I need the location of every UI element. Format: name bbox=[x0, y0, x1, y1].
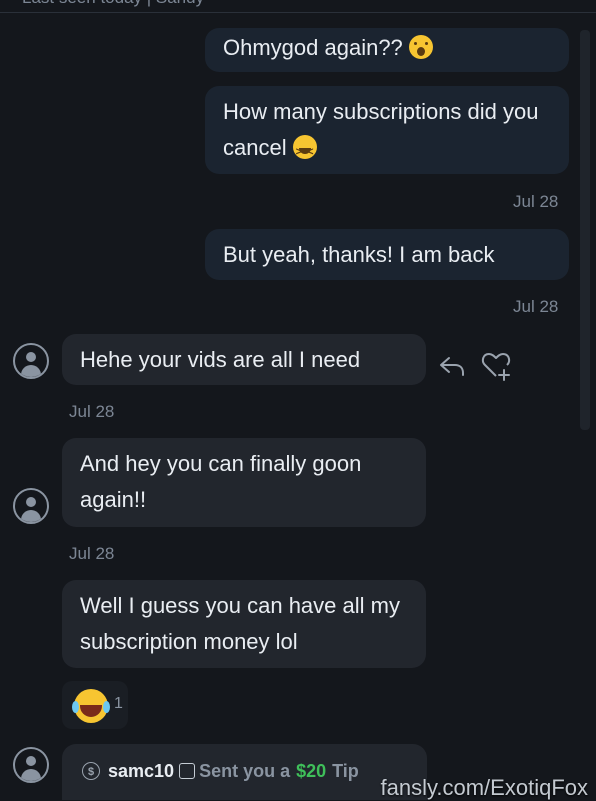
message-bubble-incoming[interactable]: And hey you can finally goon again!! bbox=[62, 438, 426, 527]
tip-label: Tip bbox=[332, 760, 359, 781]
message-bubble-incoming[interactable]: Hehe your vids are all I need bbox=[62, 334, 426, 385]
message-text-line: cancel bbox=[223, 135, 287, 160]
message-date: Jul 28 bbox=[513, 297, 559, 316]
note-icon bbox=[179, 763, 196, 779]
dollar-coin-icon: $ bbox=[82, 762, 100, 780]
message-text-line: Well I guess you can have all my bbox=[80, 593, 400, 618]
watermark: fansly.com/ExotiqFox bbox=[380, 775, 588, 800]
tip-notification[interactable]: $ samc10 Sent you a $20 Tip bbox=[62, 744, 427, 800]
message-date: Jul 28 bbox=[69, 544, 115, 563]
reply-icon[interactable] bbox=[438, 352, 466, 380]
message-bubble-outgoing[interactable]: Ohmygod again?? bbox=[205, 28, 569, 72]
face-with-tears-of-joy-emoji bbox=[72, 689, 108, 723]
message-bubble-outgoing[interactable]: But yeah, thanks! I am back bbox=[205, 229, 569, 280]
message-bubble-incoming[interactable]: Well I guess you can have all my subscri… bbox=[62, 580, 426, 668]
message-bubble-outgoing[interactable]: How many subscriptions did you cancel bbox=[205, 86, 569, 174]
scrollbar[interactable] bbox=[580, 30, 590, 430]
message-date: Jul 28 bbox=[69, 402, 115, 421]
avatar[interactable] bbox=[13, 488, 49, 524]
message-text: Hehe your vids are all I need bbox=[80, 347, 361, 372]
grinning-squinting-face-emoji bbox=[292, 134, 317, 170]
message-date: Jul 28 bbox=[513, 192, 559, 211]
tip-username[interactable]: samc10 bbox=[108, 761, 174, 782]
astonished-face-emoji bbox=[408, 35, 433, 59]
last-seen-status: Last seen today | Sandy bbox=[22, 0, 204, 8]
message-text: Ohmygod again?? bbox=[223, 35, 403, 60]
reaction-count: 1 bbox=[114, 695, 123, 712]
message-text-line: And hey you can finally goon bbox=[80, 451, 362, 476]
message-text-line: How many subscriptions did you bbox=[223, 99, 539, 124]
message-text-line: subscription money lol bbox=[80, 629, 298, 654]
avatar[interactable] bbox=[13, 747, 49, 783]
message-text-line: again!! bbox=[80, 487, 147, 512]
avatar[interactable] bbox=[13, 343, 49, 379]
tip-amount: $20 bbox=[296, 760, 327, 781]
heart-plus-icon[interactable] bbox=[480, 350, 512, 382]
tip-sent-text: Sent you a bbox=[199, 760, 291, 781]
chat-header: Last seen today | Sandy bbox=[0, 0, 596, 13]
reaction-badge[interactable]: 1 bbox=[62, 681, 128, 729]
message-text: But yeah, thanks! I am back bbox=[223, 242, 495, 267]
